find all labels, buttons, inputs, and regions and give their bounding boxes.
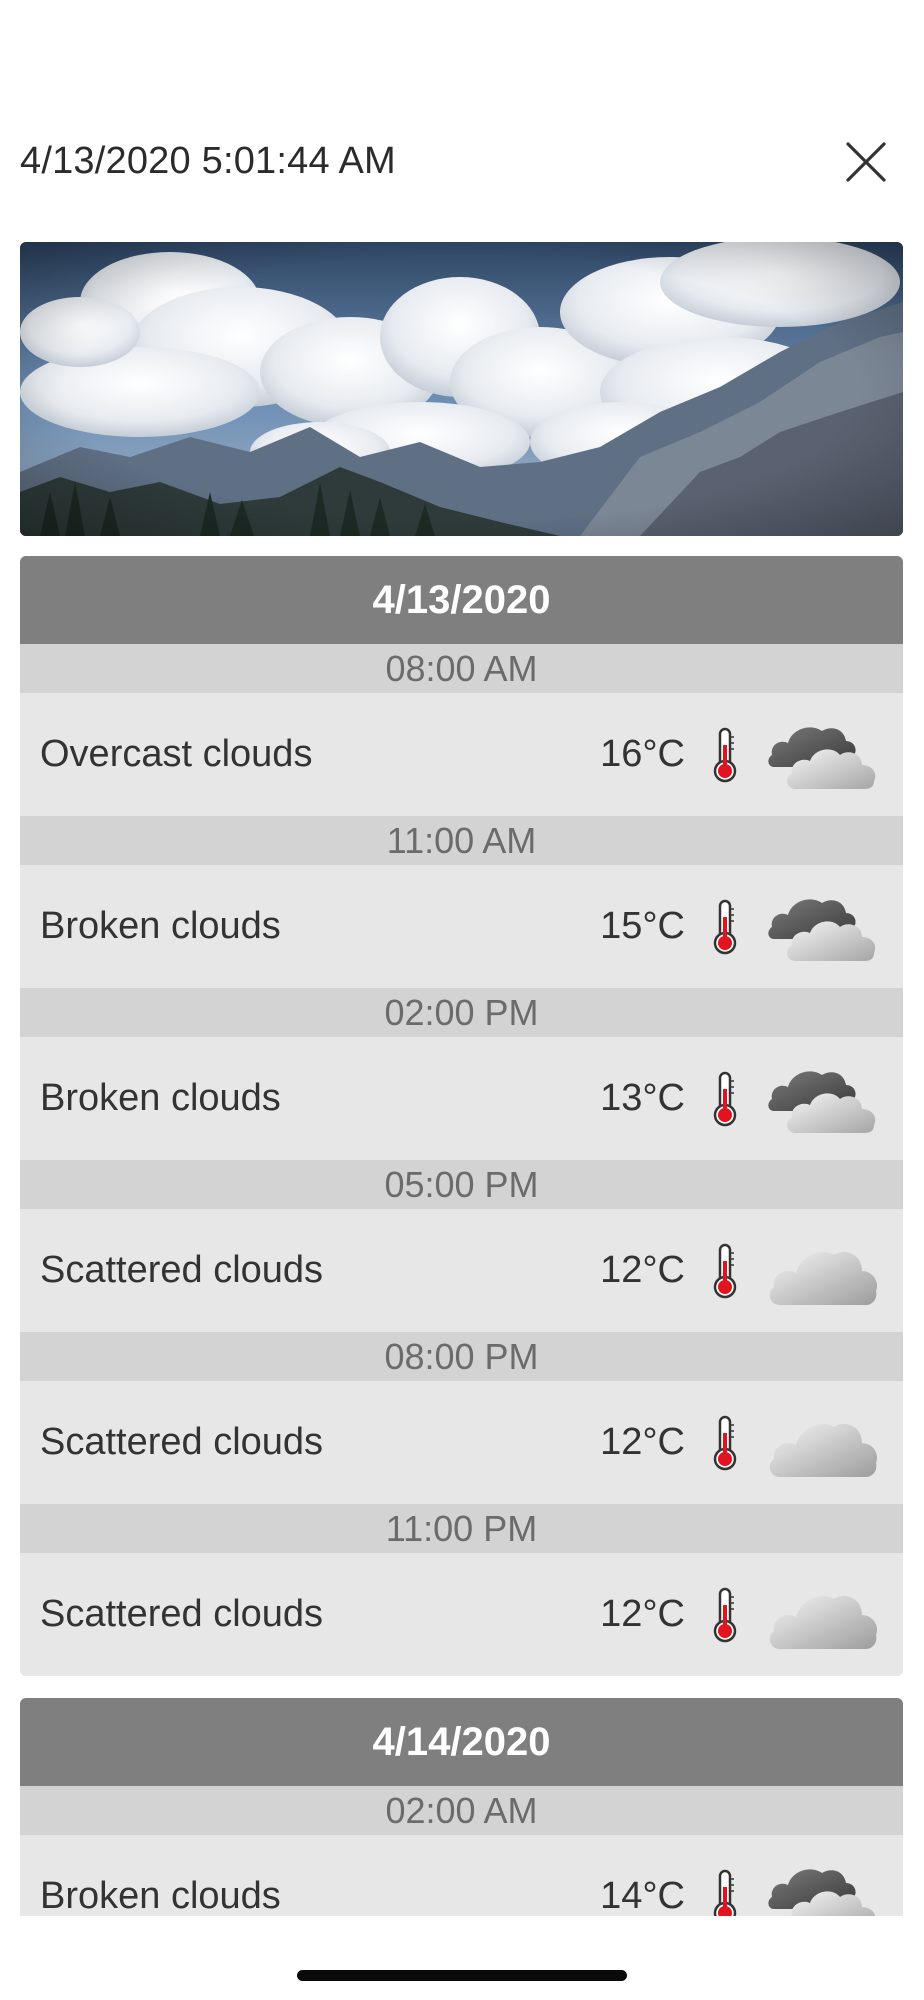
forecast-row[interactable]: Scattered clouds 12°C <box>20 1381 903 1504</box>
sky-mountains-banner-image <box>20 242 903 536</box>
forecast-time-label: 02:00 PM <box>20 988 903 1037</box>
close-icon <box>846 142 886 182</box>
temperature-value: 14°C <box>600 1875 685 1916</box>
temperature-value: 12°C <box>600 1249 685 1291</box>
temperature-value: 15°C <box>600 905 685 947</box>
page-title-timestamp: 4/13/2020 5:01:44 AM <box>20 140 396 182</box>
forecast-row[interactable]: Overcast clouds 16°C <box>20 693 903 816</box>
home-indicator[interactable] <box>297 1970 627 1981</box>
forecast-time-label: 11:00 PM <box>20 1504 903 1553</box>
forecast-row[interactable]: Broken clouds 14°C <box>20 1835 903 1916</box>
weather-description: Scattered clouds <box>40 1421 324 1463</box>
dark-clouds-icon <box>766 891 880 963</box>
forecast-time-label: 08:00 PM <box>20 1332 903 1381</box>
day-card: 4/14/2020 02:00 AM Broken clouds 14°C <box>20 1698 903 1916</box>
forecast-time-label: 11:00 AM <box>20 816 903 865</box>
weather-description: Broken clouds <box>40 905 281 947</box>
forecast-time-label: 02:00 AM <box>20 1786 903 1835</box>
close-button[interactable] <box>838 134 894 190</box>
forecast-list[interactable]: 4/13/2020 08:00 AM Overcast clouds 16°C 11:… <box>0 556 924 1916</box>
thermometer-icon <box>710 727 740 783</box>
temperature-value: 12°C <box>600 1593 685 1635</box>
weather-description: Broken clouds <box>40 1077 281 1119</box>
light-cloud-icon <box>766 1407 880 1479</box>
forecast-time-label: 08:00 AM <box>20 644 903 693</box>
weather-description: Scattered clouds <box>40 1593 324 1635</box>
top-bar: 4/13/2020 5:01:44 AM <box>0 130 924 202</box>
thermometer-icon <box>710 1415 740 1471</box>
weather-detail-screen: 4/13/2020 5:01:44 AM 4/13/2020 08:00 AM … <box>0 0 924 2000</box>
weather-description: Scattered clouds <box>40 1249 324 1291</box>
forecast-row[interactable]: Scattered clouds 12°C <box>20 1553 903 1676</box>
thermometer-icon <box>710 1243 740 1299</box>
forecast-row[interactable]: Broken clouds 13°C <box>20 1037 903 1160</box>
forecast-time-label: 05:00 PM <box>20 1160 903 1209</box>
dark-clouds-icon <box>766 1063 880 1135</box>
weather-description: Overcast clouds <box>40 733 313 775</box>
temperature-value: 12°C <box>600 1421 685 1463</box>
thermometer-icon <box>710 1869 740 1916</box>
day-card: 4/13/2020 08:00 AM Overcast clouds 16°C 11:… <box>20 556 903 1676</box>
forecast-row[interactable]: Scattered clouds 12°C <box>20 1209 903 1332</box>
forecast-row[interactable]: Broken clouds 15°C <box>20 865 903 988</box>
thermometer-icon <box>710 899 740 955</box>
light-cloud-icon <box>766 1579 880 1651</box>
thermometer-icon <box>710 1587 740 1643</box>
dark-clouds-icon <box>766 719 880 791</box>
temperature-value: 13°C <box>600 1077 685 1119</box>
light-cloud-icon <box>766 1235 880 1307</box>
day-header-date: 4/13/2020 <box>20 556 903 644</box>
temperature-value: 16°C <box>600 733 685 775</box>
day-header-date: 4/14/2020 <box>20 1698 903 1786</box>
thermometer-icon <box>710 1071 740 1127</box>
weather-description: Broken clouds <box>40 1875 281 1916</box>
dark-clouds-icon <box>766 1861 880 1916</box>
